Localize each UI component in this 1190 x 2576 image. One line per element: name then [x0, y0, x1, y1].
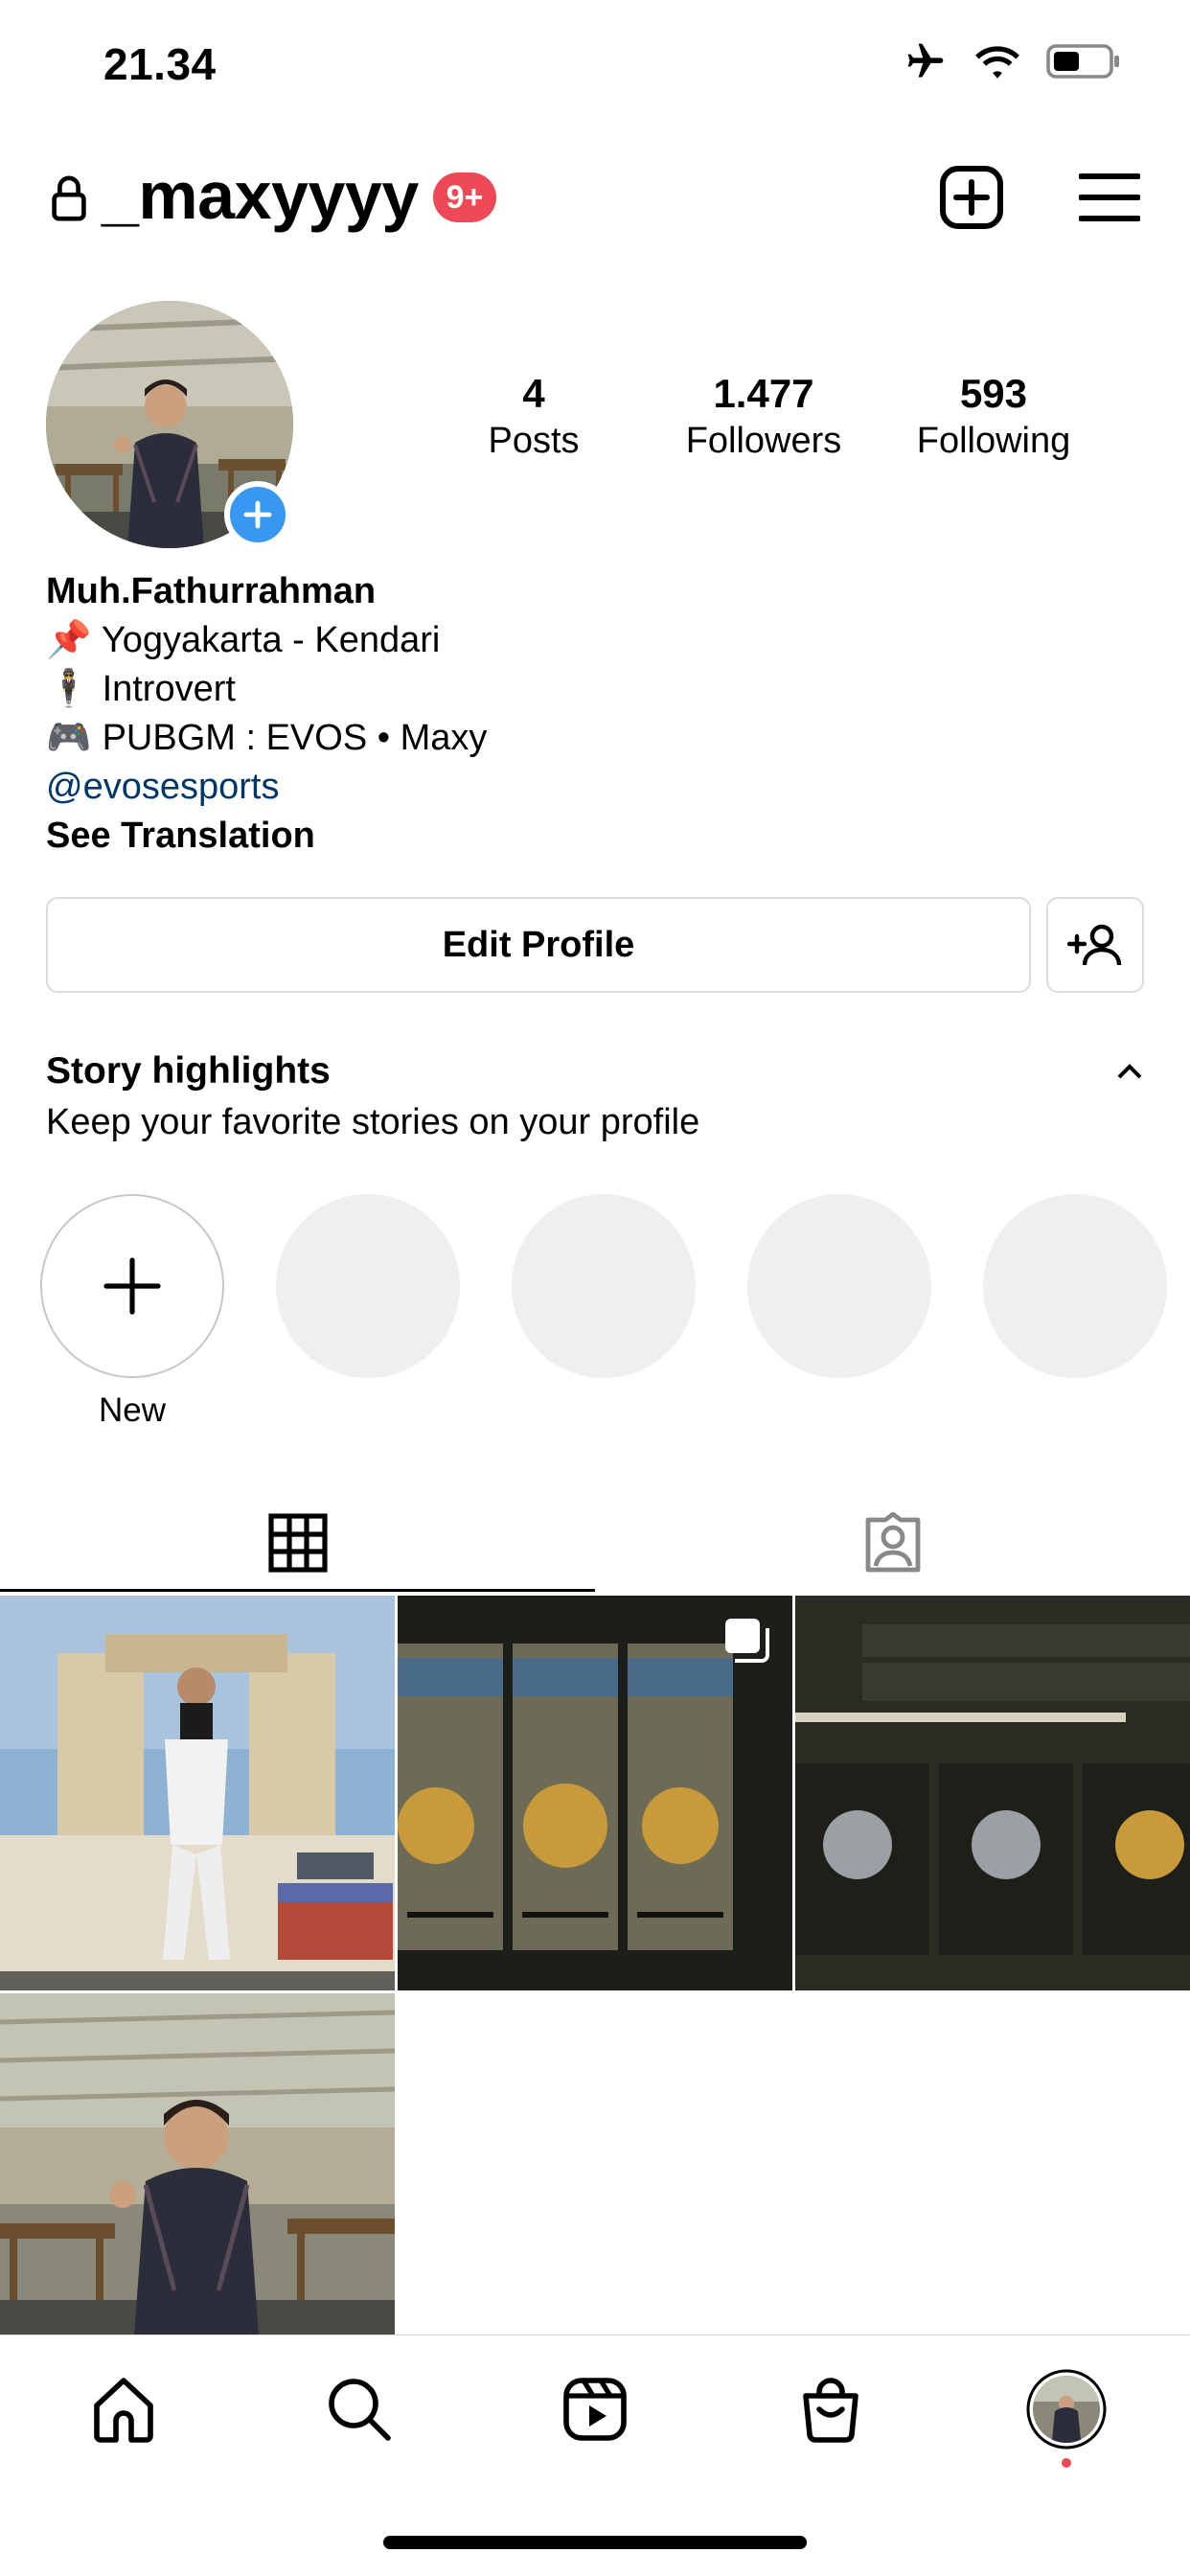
nav-reels[interactable] — [552, 2366, 638, 2452]
posts-count: 4 — [522, 371, 545, 416]
search-icon — [329, 2379, 391, 2441]
home-indicator — [383, 2536, 807, 2549]
bio-mention-link[interactable]: @evosesports — [46, 763, 1148, 812]
active-tab-indicator — [0, 1589, 595, 1592]
post-thumbnail[interactable] — [0, 1596, 395, 1990]
edit-profile-button[interactable]: Edit Profile — [46, 897, 1031, 993]
highlight-placeholder — [747, 1194, 931, 1378]
nav-shop[interactable] — [788, 2366, 874, 2452]
highlights-subtitle: Keep your favorite stories on your profi… — [46, 1102, 700, 1142]
profile-full-name: Muh.Fathurrahman — [46, 571, 377, 611]
new-post-icon[interactable] — [939, 165, 1004, 230]
shopping-bag-icon — [803, 2378, 858, 2443]
status-icons — [903, 40, 1123, 82]
tab-tagged[interactable] — [595, 1495, 1190, 1591]
bio-game: PUBGM : EVOS • Maxy — [102, 718, 488, 758]
status-time: 21.34 — [103, 39, 217, 89]
see-translation-link[interactable]: See Translation — [46, 812, 1148, 861]
add-story-button[interactable] — [224, 481, 291, 548]
followers-label: Followers — [685, 421, 842, 461]
profile-username[interactable]: _maxyyyy — [102, 157, 419, 234]
nav-home[interactable] — [80, 2366, 167, 2452]
menu-icon[interactable] — [1079, 172, 1140, 222]
highlight-placeholder — [983, 1194, 1167, 1378]
bio-line: 🕴 Introvert — [46, 665, 1148, 714]
post-image-game-character — [0, 1596, 395, 1990]
pushpin-icon: 📌 — [46, 620, 92, 660]
profile-avatar-icon — [1026, 2369, 1107, 2450]
multiple-posts-icon — [725, 1619, 769, 1663]
battery-icon — [1046, 44, 1119, 79]
bio-line: 🎮 PUBGM : EVOS • Maxy — [46, 714, 1148, 763]
bio-personality: Introvert — [102, 669, 236, 709]
profile-bio: Muh.Fathurrahman 📌 Yogyakarta - Kendari … — [46, 567, 1148, 861]
stat-followers[interactable]: 1.477 Followers — [658, 370, 869, 464]
post-thumbnail-multi[interactable] — [398, 1596, 792, 1990]
followers-count: 1.477 — [713, 371, 814, 416]
person-icon: 🕴 — [46, 669, 92, 709]
chevron-up-icon[interactable] — [1115, 1062, 1144, 1081]
activity-dot — [1062, 2458, 1071, 2468]
gamepad-icon: 🎮 — [46, 718, 92, 758]
post-thumbnail[interactable] — [795, 1596, 1190, 1990]
posts-label: Posts — [488, 421, 580, 461]
home-icon — [94, 2378, 153, 2443]
tab-posts-grid[interactable] — [0, 1495, 595, 1591]
notification-badge[interactable]: 9+ — [433, 172, 496, 222]
discover-people-button[interactable] — [1046, 897, 1144, 993]
post-image-portrait — [0, 1993, 395, 2334]
post-thumbnail[interactable] — [0, 1993, 395, 2334]
lock-icon — [52, 175, 86, 221]
new-highlight-label: New — [98, 1392, 167, 1429]
nav-search[interactable] — [316, 2366, 402, 2452]
highlights-title: Story highlights — [46, 1050, 331, 1092]
plus-icon — [103, 1257, 161, 1315]
grid-icon — [267, 1513, 328, 1573]
wifi-icon — [975, 46, 1019, 79]
tagged-person-icon — [865, 1512, 920, 1573]
bottom-navigation — [0, 2334, 1190, 2469]
reels-icon — [563, 2378, 627, 2441]
add-user-icon — [1067, 924, 1122, 966]
highlight-placeholder — [276, 1194, 460, 1378]
new-highlight-button[interactable] — [40, 1194, 224, 1378]
post-image-rank-screen — [795, 1596, 1190, 1990]
airplane-icon — [907, 43, 944, 78]
plus-icon — [243, 500, 272, 529]
stat-posts[interactable]: 4 Posts — [428, 370, 639, 464]
highlight-placeholder — [512, 1194, 696, 1378]
nav-profile[interactable] — [1023, 2366, 1110, 2452]
following-count: 593 — [959, 371, 1028, 416]
bio-location: Yogyakarta - Kendari — [101, 620, 441, 660]
bio-line: 📌 Yogyakarta - Kendari — [46, 616, 1148, 665]
stat-following[interactable]: 593 Following — [888, 370, 1099, 464]
following-label: Following — [916, 421, 1071, 461]
